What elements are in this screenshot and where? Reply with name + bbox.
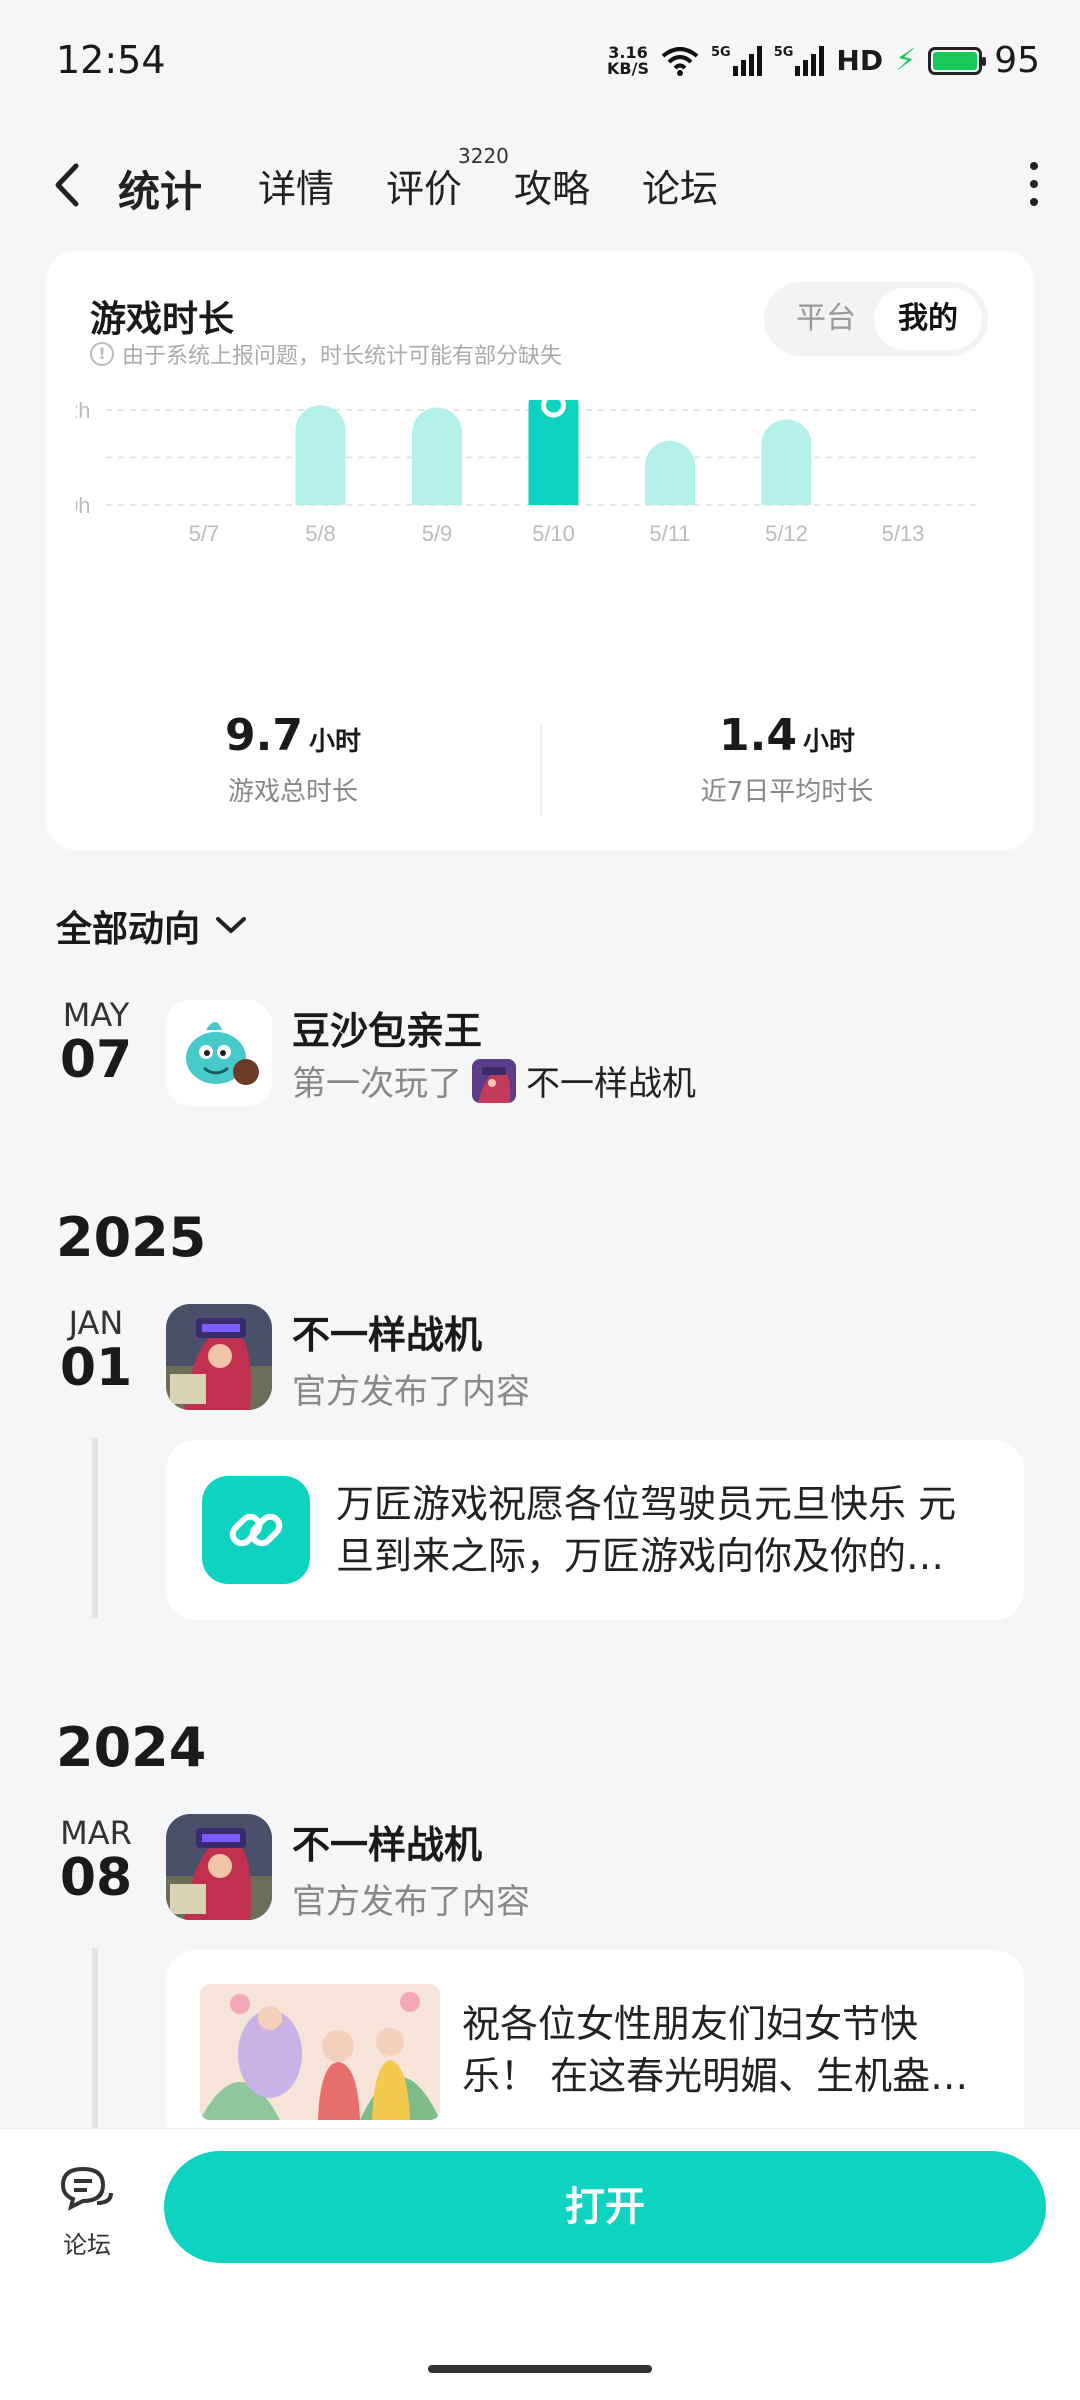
scope-toggle: 平台 我的 xyxy=(764,282,988,356)
entry-month: JAN xyxy=(68,1304,124,1342)
info-icon: ! xyxy=(90,342,114,366)
game-icon xyxy=(166,1814,272,1920)
x-tick-label: 5/9 xyxy=(422,521,453,546)
battery-level: 95 xyxy=(994,40,1040,81)
mascot-avatar-icon xyxy=(166,1000,272,1106)
entry-day: 01 xyxy=(59,1338,133,1398)
entry-day: 07 xyxy=(59,1030,133,1090)
status-bar: 12:54 3.16 KB/S 5G 5G HD ⚡ 95 xyxy=(0,0,1080,126)
wifi-icon xyxy=(661,46,699,76)
top-nav: 统计 详情 评价 3220 攻略 论坛 xyxy=(0,140,1080,230)
activity-filter[interactable]: 全部动向 xyxy=(56,900,248,952)
post-text: 万匠游戏祝愿各位驾驶员元旦快乐 元旦到来之际，万匠游戏向你及你的… xyxy=(336,1482,957,1578)
year-heading: 2024 xyxy=(56,1716,207,1779)
battery-icon xyxy=(928,46,987,75)
playtime-card: 游戏时长 ! 由于系统上报问题，时长统计可能有部分缺失 平台 我的 4h2h0h… xyxy=(46,250,1034,850)
average-playtime-unit: 小时 xyxy=(802,727,855,757)
entry-date: MAY 07 xyxy=(46,996,146,1086)
entry-action: 第一次玩了 xyxy=(292,1064,462,1104)
game-avatar[interactable] xyxy=(166,1814,272,1920)
chart-bar[interactable] xyxy=(295,405,346,505)
home-indicator[interactable] xyxy=(428,2365,652,2373)
bottom-bar: 论坛 打开 xyxy=(0,2128,1080,2400)
playtime-title: 游戏时长 xyxy=(90,299,235,340)
scope-platform[interactable]: 平台 xyxy=(772,288,880,350)
entry-subtitle: 官方发布了内容 xyxy=(292,1882,530,1922)
tab-forum[interactable]: 论坛 xyxy=(642,158,718,213)
average-playtime-label: 近7日平均时长 xyxy=(700,777,874,807)
post-card[interactable]: 祝各位女性朋友们妇女节快乐！ 在这春光明媚、生机盎… xyxy=(166,1950,1024,2150)
chart-bar[interactable] xyxy=(412,407,462,505)
total-playtime-unit: 小时 xyxy=(308,727,361,757)
total-playtime-label: 游戏总时长 xyxy=(227,777,358,807)
total-playtime-value: 9.7 xyxy=(225,710,303,761)
cell-signal-1: 5G xyxy=(710,44,762,76)
entry-subtitle: 官方发布了内容 xyxy=(292,1372,530,1412)
game-avatar[interactable] xyxy=(166,1304,272,1410)
cell-signal-2-label: 5G xyxy=(773,44,794,60)
entry-subtitle: 第一次玩了 不一样战机 xyxy=(292,1056,696,1105)
average-playtime: 1.4 小时 近7日平均时长 xyxy=(540,710,1034,808)
activity-filter-label: 全部动向 xyxy=(56,909,201,950)
post-card[interactable]: 万匠游戏祝愿各位驾驶员元旦快乐 元旦到来之际，万匠游戏向你及你的… xyxy=(166,1440,1024,1620)
timeline-line xyxy=(92,1948,98,2128)
entry-month: MAY xyxy=(62,996,130,1034)
user-avatar[interactable] xyxy=(166,1000,272,1106)
tab-stats[interactable]: 统计 xyxy=(113,158,207,219)
x-tick-label: 5/13 xyxy=(882,521,925,546)
signal-bars-icon xyxy=(795,45,825,76)
cell-signal-2: 5G xyxy=(773,44,825,76)
total-playtime: 9.7 小时 游戏总时长 xyxy=(46,710,540,808)
status-time: 12:54 xyxy=(56,38,166,82)
game-detail-page: 12:54 3.16 KB/S 5G 5G HD ⚡ 95 统计 详情 评价 3… xyxy=(0,0,1080,2400)
cell-signal-1-label: 5G xyxy=(710,44,731,60)
average-playtime-value: 1.4 xyxy=(719,710,797,761)
status-icons: 3.16 KB/S 5G 5G HD ⚡ 95 xyxy=(607,40,1040,81)
more-menu-icon[interactable] xyxy=(1030,162,1040,206)
link-icon xyxy=(202,1476,310,1584)
net-speed: 3.16 KB/S xyxy=(607,44,649,78)
post-text: 祝各位女性朋友们妇女节快乐！ 在这春光明媚、生机盎… xyxy=(462,2002,969,2098)
tab-guides[interactable]: 攻略 xyxy=(514,158,590,213)
playtime-chart: 4h2h0h5/75/85/92小时38分钟5/105/115/125/13 xyxy=(76,400,976,546)
forum-shortcut-label: 论坛 xyxy=(63,2231,111,2259)
game-icon xyxy=(472,1058,516,1103)
x-tick-label: 5/11 xyxy=(649,521,690,546)
net-speed-unit: KB/S xyxy=(607,58,649,78)
signal-bars-icon xyxy=(732,45,762,76)
charging-icon: ⚡ xyxy=(895,43,917,78)
x-tick-label: 5/7 xyxy=(189,521,220,546)
game-name[interactable]: 不一样战机 xyxy=(292,1814,482,1869)
tab-reviews[interactable]: 评价 xyxy=(386,158,462,213)
chat-bubble-icon xyxy=(60,2166,113,2211)
forum-shortcut[interactable]: 论坛 xyxy=(52,2163,122,2260)
user-name[interactable]: 豆沙包亲王 xyxy=(292,1000,482,1055)
year-heading: 2025 xyxy=(56,1206,207,1269)
chart-bar[interactable] xyxy=(645,440,695,505)
playtime-note-text: 由于系统上报问题，时长统计可能有部分缺失 xyxy=(122,344,563,369)
x-tick-label: 5/8 xyxy=(305,521,336,546)
entry-date: MAR 08 xyxy=(46,1814,146,1904)
y-tick-label: 0h xyxy=(76,493,90,518)
game-name-link[interactable]: 不一样战机 xyxy=(526,1056,696,1105)
review-count-badge: 3220 xyxy=(458,144,509,168)
post-thumbnail xyxy=(200,1984,440,2120)
chevron-down-icon xyxy=(216,917,247,933)
tab-details[interactable]: 详情 xyxy=(258,158,334,213)
x-tick-label: 5/12 xyxy=(765,521,808,546)
open-game-button[interactable]: 打开 xyxy=(164,2151,1046,2263)
entry-day: 08 xyxy=(59,1848,133,1908)
game-name[interactable]: 不一样战机 xyxy=(292,1304,482,1359)
scope-mine[interactable]: 我的 xyxy=(874,288,982,350)
back-arrow-icon[interactable] xyxy=(48,160,88,210)
hd-indicator: HD xyxy=(836,44,884,77)
timeline-line xyxy=(92,1438,98,1618)
game-icon xyxy=(166,1304,272,1410)
playtime-note: ! 由于系统上报问题，时长统计可能有部分缺失 xyxy=(90,338,562,370)
chart-bar[interactable] xyxy=(761,419,812,506)
entry-date: JAN 01 xyxy=(46,1304,146,1394)
entry-month: MAR xyxy=(60,1814,132,1852)
x-tick-label: 5/10 xyxy=(532,521,575,546)
y-tick-label: 2h xyxy=(76,400,90,423)
